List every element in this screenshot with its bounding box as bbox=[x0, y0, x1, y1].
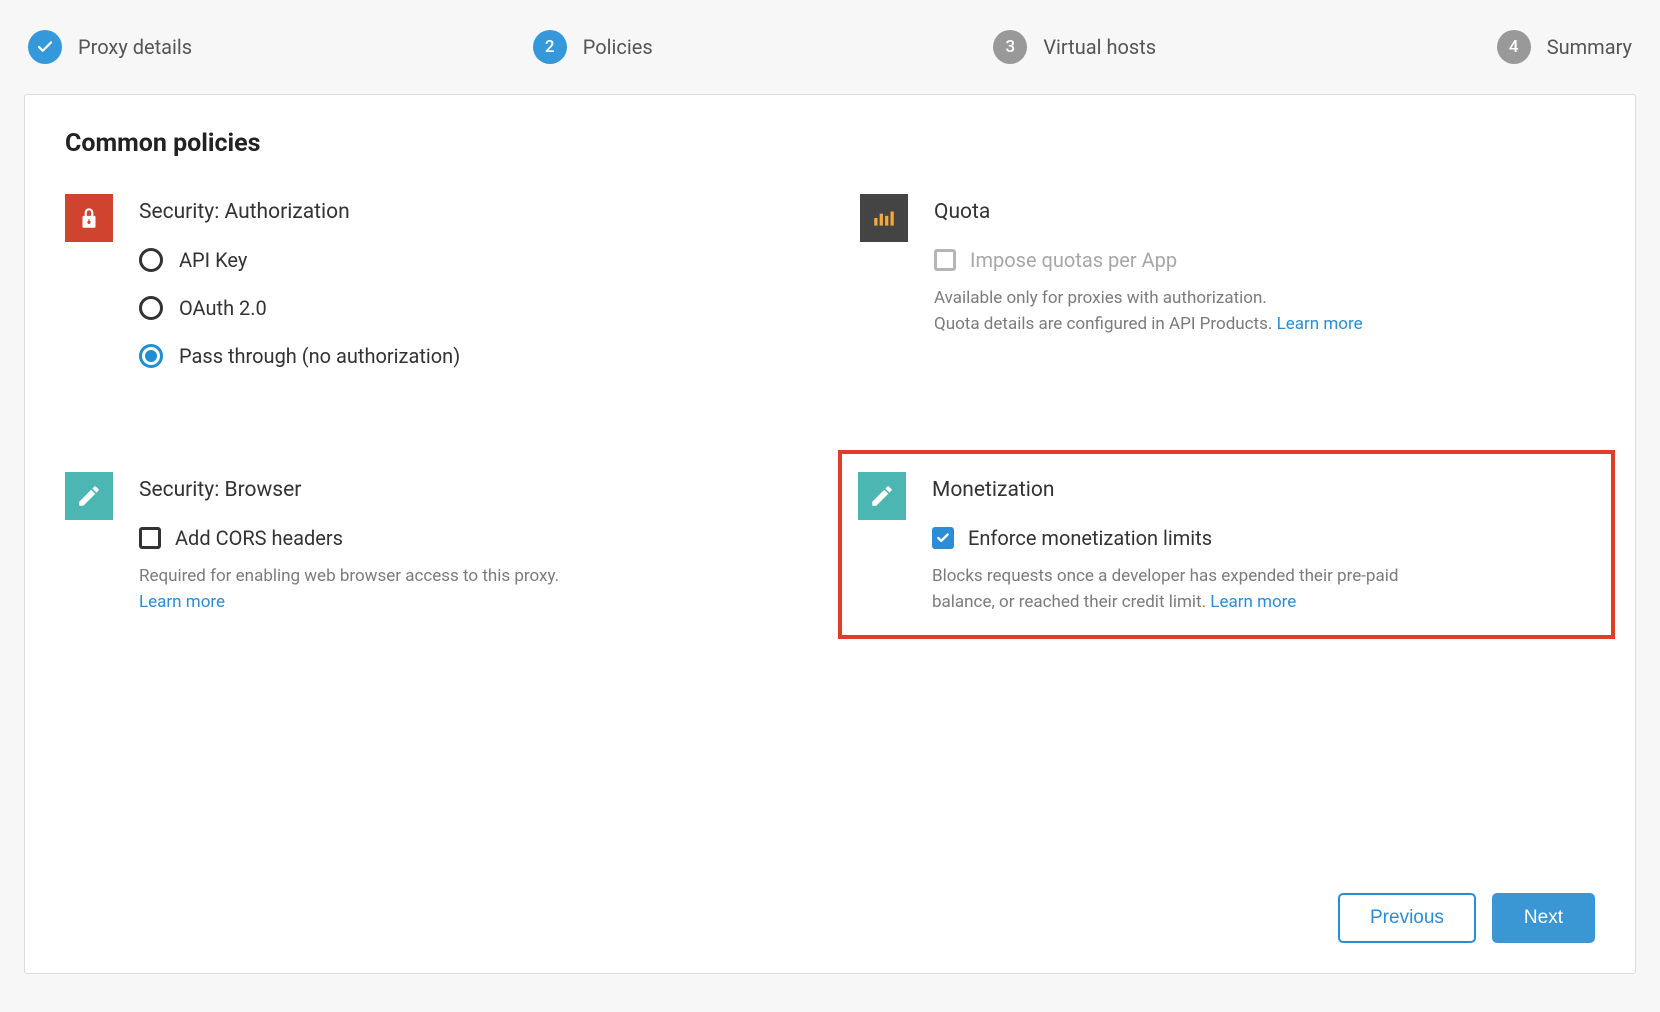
panel-title: Common policies bbox=[65, 129, 1595, 158]
pencil-icon bbox=[858, 472, 906, 520]
step-label: Policies bbox=[583, 35, 653, 59]
radio-label: Pass through (no authorization) bbox=[179, 344, 460, 368]
checkbox-label: Add CORS headers bbox=[175, 526, 343, 550]
policy-monetization: Monetization Enforce monetization limits… bbox=[858, 472, 1595, 615]
previous-button[interactable]: Previous bbox=[1338, 893, 1476, 943]
policy-description: Blocks requests once a developer has exp… bbox=[932, 564, 1452, 615]
policy-heading: Security: Authorization bbox=[139, 200, 800, 224]
checkbox-enforce-monetization[interactable]: Enforce monetization limits bbox=[932, 526, 1595, 550]
learn-more-link[interactable]: Learn more bbox=[1277, 314, 1363, 334]
checkbox-label: Enforce monetization limits bbox=[968, 526, 1212, 550]
wizard-stepper: Proxy details 2 Policies 3 Virtual hosts… bbox=[24, 20, 1636, 94]
step-policies[interactable]: 2 Policies bbox=[533, 30, 653, 64]
step-summary[interactable]: 4 Summary bbox=[1497, 30, 1632, 64]
lock-icon bbox=[65, 194, 113, 242]
step-label: Proxy details bbox=[78, 35, 192, 59]
radio-api-key[interactable]: API Key bbox=[139, 248, 800, 272]
policies-grid: Security: Authorization API Key OAuth 2.… bbox=[65, 194, 1595, 615]
monetization-highlight: Monetization Enforce monetization limits… bbox=[860, 472, 1595, 615]
checkbox-impose-quotas: Impose quotas per App bbox=[934, 248, 1595, 272]
checkbox-icon bbox=[139, 527, 161, 549]
radio-icon bbox=[139, 296, 163, 320]
checkbox-icon bbox=[934, 249, 956, 271]
step-check-icon bbox=[28, 30, 62, 64]
wizard-footer: Previous Next bbox=[65, 863, 1595, 943]
next-button[interactable]: Next bbox=[1492, 893, 1595, 943]
radio-label: OAuth 2.0 bbox=[179, 296, 267, 320]
checkbox-icon bbox=[932, 527, 954, 549]
policy-quota: Quota Impose quotas per App Available on… bbox=[860, 194, 1595, 392]
learn-more-link[interactable]: Learn more bbox=[139, 592, 225, 612]
radio-icon bbox=[139, 344, 163, 368]
step-label: Summary bbox=[1547, 35, 1632, 59]
step-number-icon: 2 bbox=[533, 30, 567, 64]
step-label: Virtual hosts bbox=[1043, 35, 1156, 59]
policy-description: Available only for proxies with authoriz… bbox=[934, 286, 1454, 337]
radio-pass-through[interactable]: Pass through (no authorization) bbox=[139, 344, 800, 368]
learn-more-link[interactable]: Learn more bbox=[1210, 592, 1296, 612]
policy-heading: Monetization bbox=[932, 478, 1595, 502]
step-number-icon: 4 bbox=[1497, 30, 1531, 64]
policy-description: Required for enabling web browser access… bbox=[139, 564, 659, 615]
policy-browser: Security: Browser Add CORS headers Requi… bbox=[65, 472, 800, 615]
radio-oauth[interactable]: OAuth 2.0 bbox=[139, 296, 800, 320]
step-proxy-details[interactable]: Proxy details bbox=[28, 30, 192, 64]
policy-authorization: Security: Authorization API Key OAuth 2.… bbox=[65, 194, 800, 392]
policies-panel: Common policies Security: Authorization … bbox=[24, 94, 1636, 974]
pencil-icon bbox=[65, 472, 113, 520]
checkbox-cors-headers[interactable]: Add CORS headers bbox=[139, 526, 800, 550]
checkbox-label: Impose quotas per App bbox=[970, 248, 1177, 272]
policy-heading: Quota bbox=[934, 200, 1595, 224]
radio-label: API Key bbox=[179, 248, 247, 272]
step-virtual-hosts[interactable]: 3 Virtual hosts bbox=[993, 30, 1156, 64]
bars-icon bbox=[860, 194, 908, 242]
policy-heading: Security: Browser bbox=[139, 478, 800, 502]
radio-icon bbox=[139, 248, 163, 272]
step-number-icon: 3 bbox=[993, 30, 1027, 64]
